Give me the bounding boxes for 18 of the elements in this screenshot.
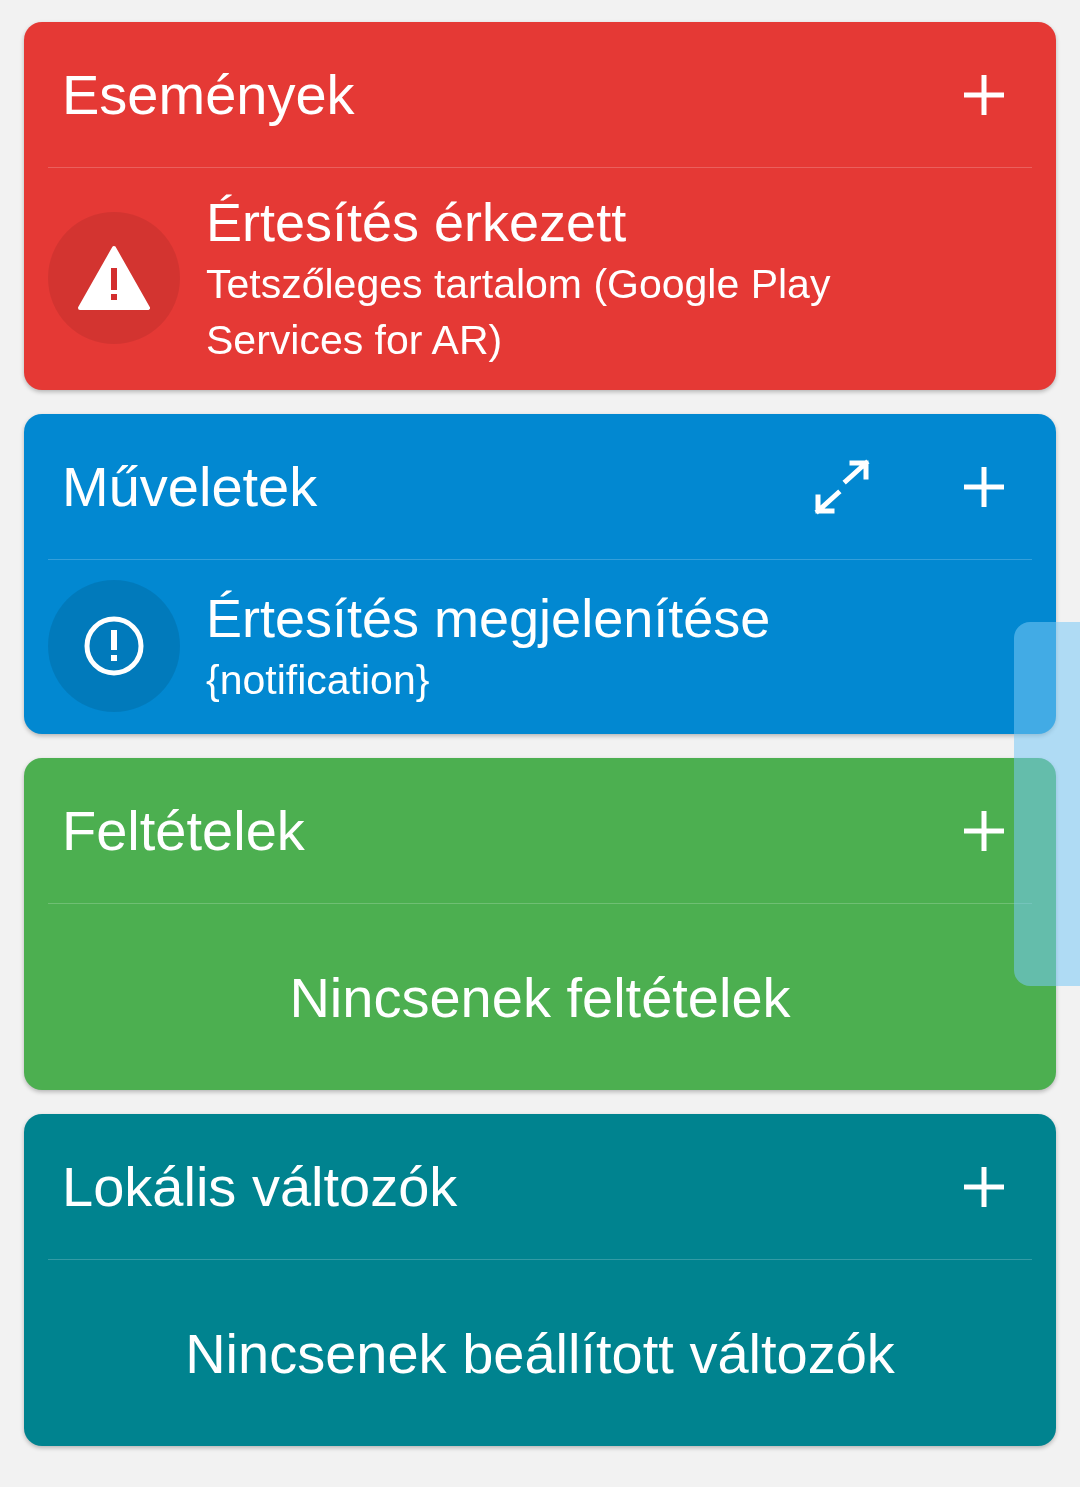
add-icon[interactable] xyxy=(962,72,1006,117)
list-item[interactable]: Értesítés érkezett Tetszőleges tartalom (Google Play Services for AR) xyxy=(24,168,1056,390)
empty-message: Nincsenek beállított változók xyxy=(185,1320,895,1386)
section-title: Lokális változók xyxy=(62,1154,459,1219)
list-item[interactable]: Értesítés megjelenítése {notification} xyxy=(24,560,1056,734)
expand-icon[interactable] xyxy=(812,458,872,515)
edge-handle[interactable] xyxy=(1014,622,1080,986)
add-icon[interactable] xyxy=(962,1164,1006,1209)
item-subtitle: {notification} xyxy=(206,656,431,705)
item-title: Értesítés megjelenítése xyxy=(206,587,771,650)
empty-message: Nincsenek feltételek xyxy=(289,964,791,1030)
section-title: Feltételek xyxy=(62,798,306,863)
section-title: Műveletek xyxy=(62,454,319,519)
item-title: Értesítés érkezett xyxy=(206,191,628,254)
add-icon[interactable] xyxy=(962,464,1006,509)
item-subtitle: Tetszőleges tartalom (Google Play Services for AR) xyxy=(206,260,832,365)
section-title: Események xyxy=(62,62,356,127)
add-icon[interactable] xyxy=(962,808,1006,853)
